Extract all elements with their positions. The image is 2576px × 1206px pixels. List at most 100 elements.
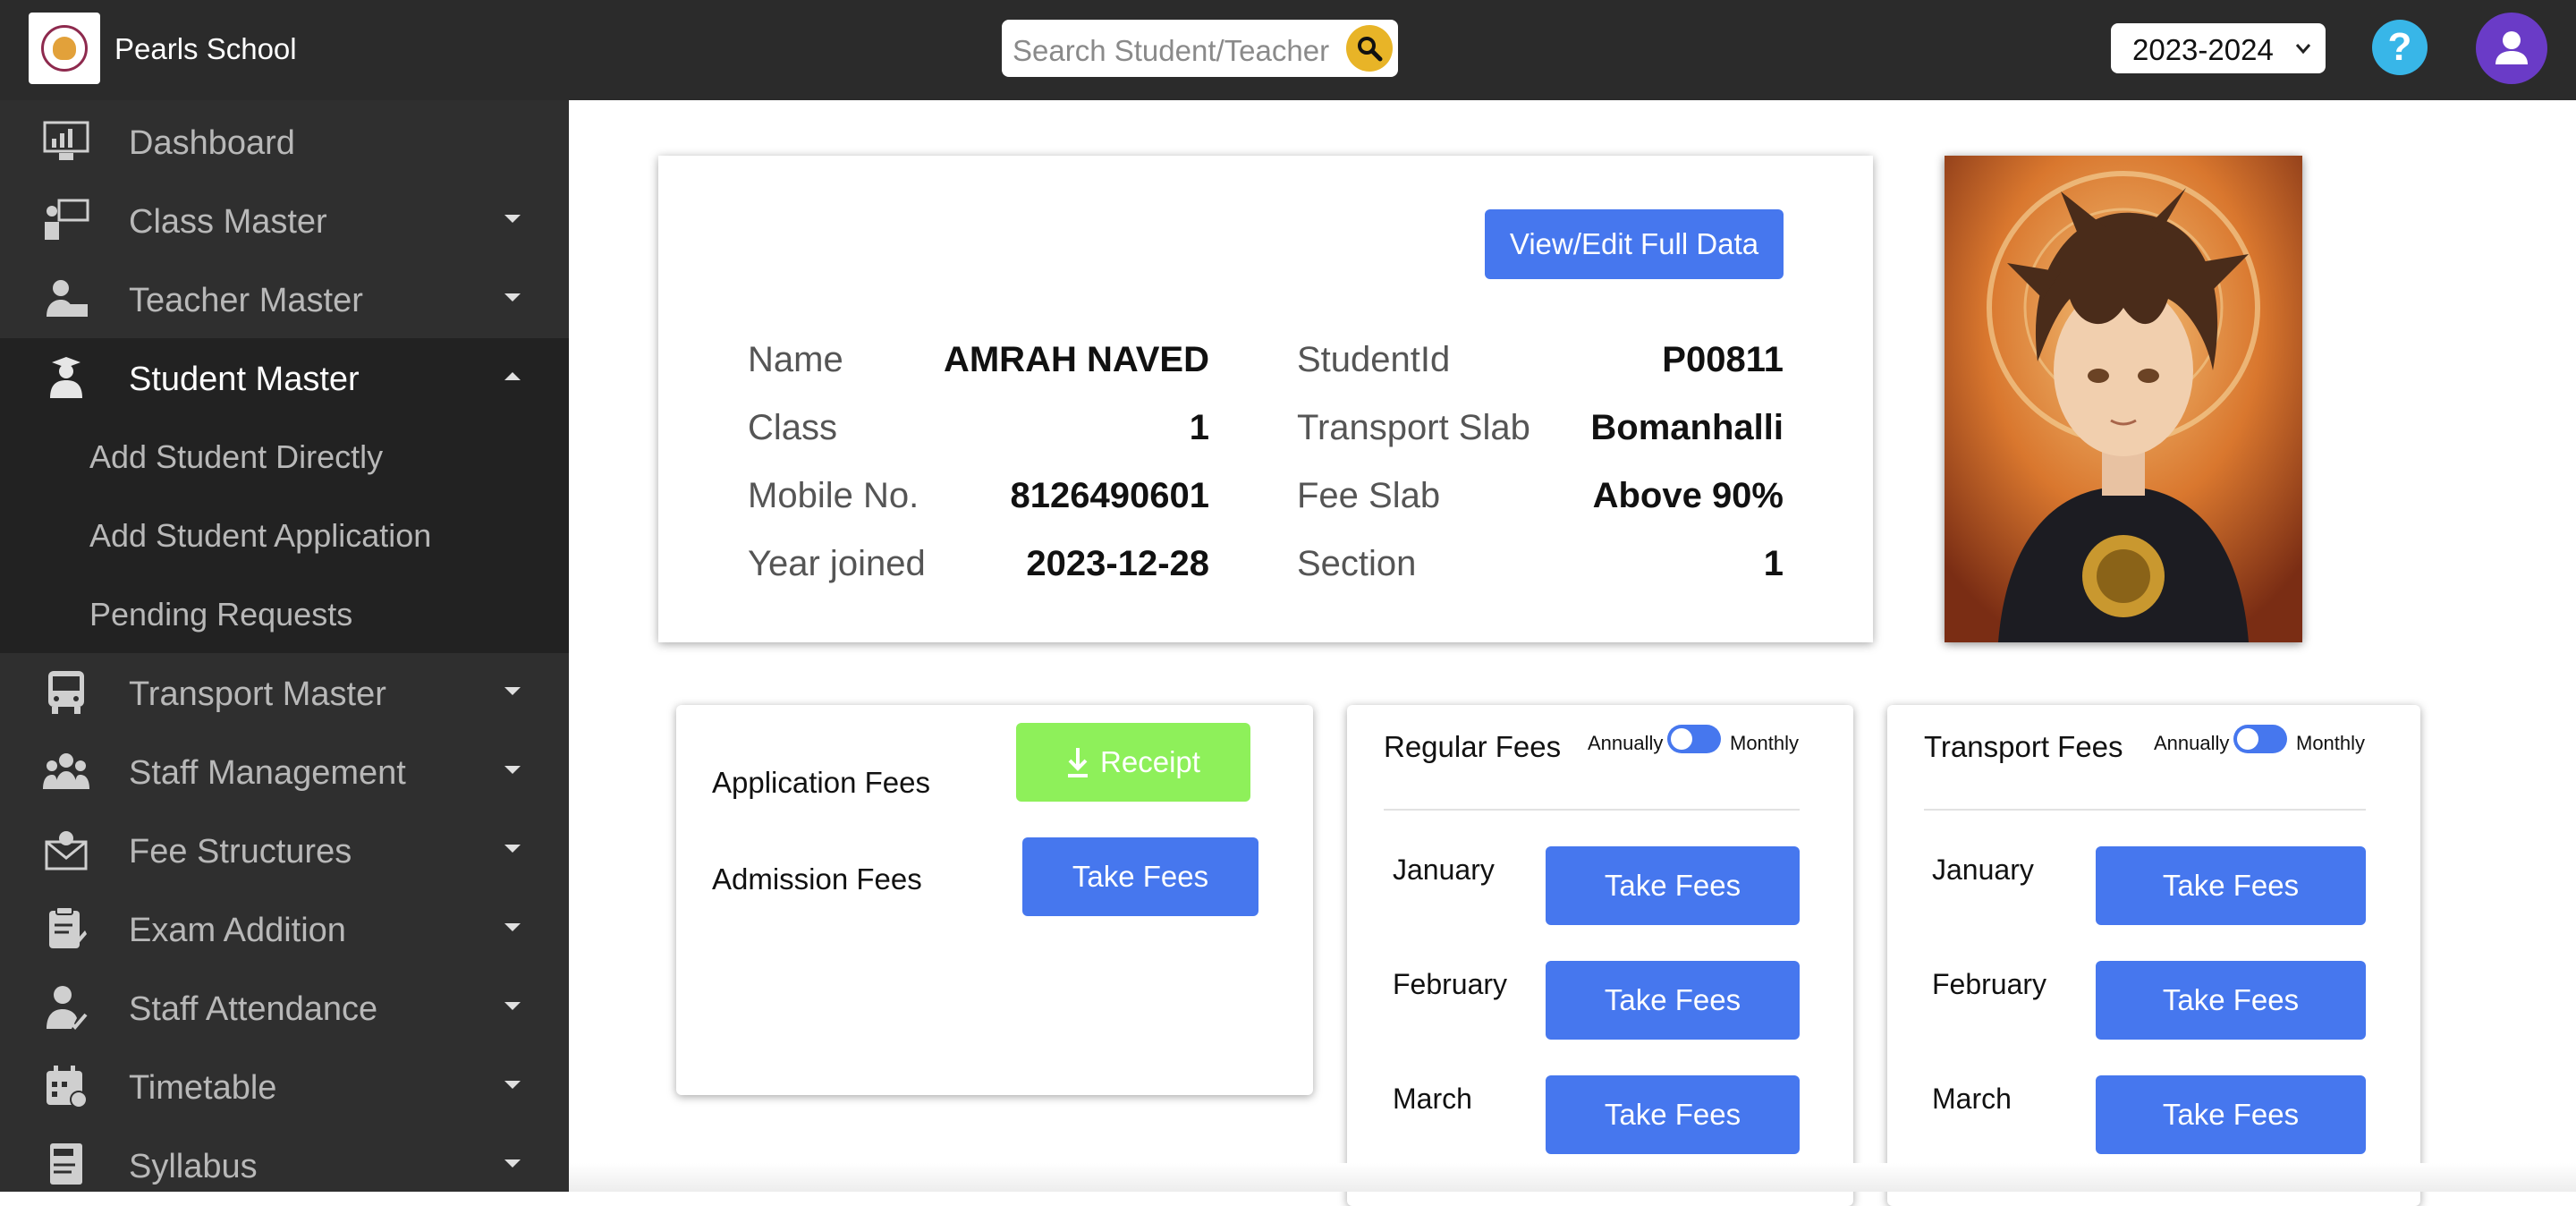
chevron-up-icon (504, 372, 521, 380)
section-label: Section (1297, 544, 1417, 583)
dashboard-icon (43, 118, 89, 165)
user-avatar[interactable] (2476, 13, 2547, 84)
student-id-label: StudentId (1297, 340, 1451, 379)
mobile-label: Mobile No. (748, 476, 919, 515)
student-id-value: P00811 (1662, 340, 1784, 379)
view-edit-full-data-button[interactable]: View/Edit Full Data (1485, 209, 1784, 279)
logo-emblem (41, 25, 88, 72)
regular-fees-toggle[interactable] (1667, 725, 1721, 753)
calendar-icon (43, 1063, 89, 1109)
transport-monthly-label: Monthly (2296, 732, 2366, 754)
student-photo (1945, 156, 2302, 642)
transport-january-take-fees-button[interactable]: Take Fees (2096, 846, 2366, 925)
search-button[interactable] (1346, 25, 1393, 72)
sidebar-item-staff-management[interactable]: Staff Management (0, 732, 569, 811)
academic-year-select[interactable]: 2023-2024 (2111, 23, 2326, 73)
receipt-button[interactable]: Receipt (1016, 723, 1250, 802)
name-value: AMRAH NAVED (943, 340, 1209, 379)
exam-icon (43, 905, 89, 952)
submenu-item-add-student-application[interactable]: Add Student Application (89, 517, 431, 555)
chevron-down-icon (504, 766, 521, 774)
school-name: Pearls School (114, 32, 297, 65)
transport-fees-title: Transport Fees (1924, 730, 2123, 763)
transport-slab-label: Transport Slab (1297, 408, 1530, 447)
bus-icon (43, 669, 89, 716)
submenu-item-pending-requests[interactable]: Pending Requests (89, 596, 352, 633)
section-value: 1 (1763, 544, 1784, 583)
regular-month-march: March (1393, 1083, 1472, 1115)
transport-slab-value: Bomanhalli (1590, 408, 1784, 447)
transport-month-february: February (1932, 968, 2047, 1000)
toggle-knob (1671, 728, 1692, 750)
top-bar: Pearls School Search Student/Teacher 202… (0, 0, 2576, 100)
application-fees-label: Application Fees (712, 766, 930, 799)
regular-march-take-fees-button[interactable]: Take Fees (1546, 1075, 1800, 1154)
sidebar-item-student-master[interactable]: Student Master (0, 338, 569, 417)
sidebar-item-label: Timetable (129, 1069, 277, 1107)
fee-slab-value: Above 90% (1592, 476, 1784, 515)
sidebar-item-timetable[interactable]: Timetable (0, 1047, 569, 1125)
receipt-label: Receipt (1100, 745, 1200, 778)
academic-year-value: 2023-2024 (2132, 33, 2274, 66)
sidebar-item-label: Fee Structures (129, 833, 352, 871)
sidebar-item-fee-structures[interactable]: Fee Structures (0, 811, 569, 889)
user-icon (2496, 31, 2528, 64)
sidebar-item-teacher-master[interactable]: Teacher Master (0, 259, 569, 338)
toggle-knob (2237, 728, 2258, 750)
sidebar-item-exam-addition[interactable]: Exam Addition (0, 889, 569, 968)
class-label: Class (748, 408, 838, 447)
chevron-down-icon (504, 1159, 521, 1168)
sidebar-item-label: Syllabus (129, 1148, 258, 1185)
regular-month-january: January (1393, 854, 1495, 886)
transport-march-take-fees-button[interactable]: Take Fees (2096, 1075, 2366, 1154)
fee-icon (43, 827, 89, 873)
regular-february-take-fees-button[interactable]: Take Fees (1546, 961, 1800, 1040)
transport-fees-toggle[interactable] (2233, 725, 2287, 753)
sidebar-item-syllabus[interactable]: Syllabus (0, 1125, 569, 1204)
sidebar-item-staff-attendance[interactable]: Staff Attendance (0, 968, 569, 1047)
search-icon (1358, 37, 1383, 62)
sidebar-item-transport-master[interactable]: Transport Master (0, 653, 569, 732)
chevron-down-icon (504, 293, 521, 302)
regular-monthly-label: Monthly (1730, 732, 1800, 754)
transport-month-january: January (1932, 854, 2034, 886)
staff-icon (43, 748, 89, 794)
syllabus-icon (43, 1142, 89, 1188)
teacher-icon (43, 276, 89, 322)
mobile-value: 8126490601 (1010, 476, 1209, 515)
admission-fees-label: Admission Fees (712, 862, 922, 896)
name-label: Name (748, 340, 843, 379)
admission-take-fees-button[interactable]: Take Fees (1022, 837, 1258, 916)
chevron-down-icon (504, 1002, 521, 1010)
divider (1384, 809, 1800, 811)
help-icon: ? (2387, 25, 2412, 69)
class-value: 1 (1189, 408, 1209, 447)
chevron-down-icon (504, 923, 521, 931)
transport-february-take-fees-button[interactable]: Take Fees (2096, 961, 2366, 1040)
attendance-icon (43, 984, 89, 1031)
divider (1924, 809, 2366, 811)
search-input[interactable]: Search Student/Teacher (1002, 20, 1398, 77)
regular-fees-title: Regular Fees (1384, 730, 1562, 763)
student-icon (43, 354, 89, 401)
sidebar-item-label: Class Master (129, 203, 327, 241)
chevron-down-icon (504, 845, 521, 853)
sidebar-item-label: Exam Addition (129, 912, 346, 949)
regular-january-take-fees-button[interactable]: Take Fees (1546, 846, 1800, 925)
bottom-edge (569, 1163, 2576, 1192)
school-logo[interactable] (29, 13, 100, 84)
sidebar-item-label: Transport Master (129, 675, 386, 713)
transport-month-march: March (1932, 1083, 2012, 1115)
help-button[interactable]: ? (2372, 20, 2428, 75)
search-placeholder: Search Student/Teacher (1013, 34, 1330, 67)
chevron-down-icon (504, 215, 521, 223)
year-joined-value: 2023-12-28 (1026, 544, 1209, 583)
sidebar-item-class-master[interactable]: Class Master (0, 181, 569, 259)
chevron-down-icon (2295, 44, 2311, 55)
sidebar-item-label: Teacher Master (129, 282, 363, 319)
submenu-item-add-student-directly[interactable]: Add Student Directly (89, 438, 383, 476)
chevron-down-icon (504, 1081, 521, 1089)
sidebar-item-dashboard[interactable]: Dashboard (0, 102, 569, 181)
sidebar-item-label: Staff Management (129, 754, 406, 792)
sidebar-item-label: Student Master (129, 361, 360, 398)
